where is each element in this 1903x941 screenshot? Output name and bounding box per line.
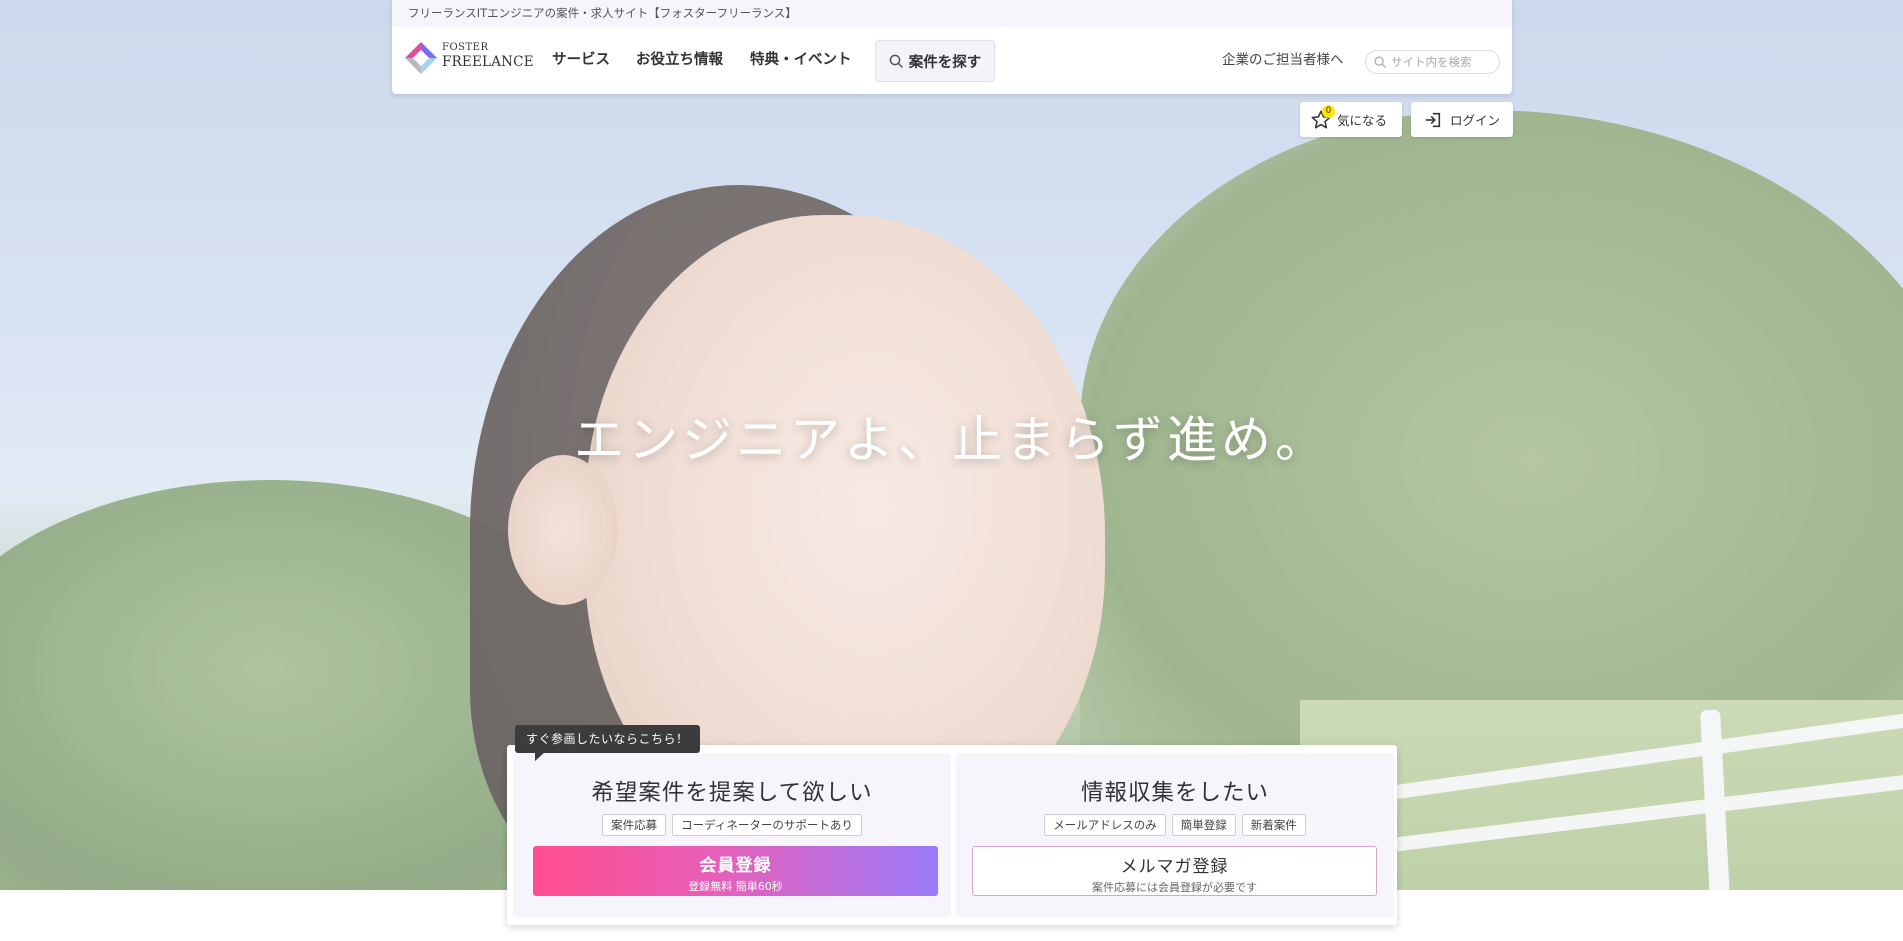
favorites-count-badge: 0: [1322, 104, 1335, 118]
foster-diamond-logo-icon: [405, 42, 437, 74]
site-description: フリーランスITエンジニアの案件・求人サイト【フォスターフリーランス】: [392, 0, 1512, 27]
search-icon: [889, 54, 903, 68]
site-search-input[interactable]: [1391, 55, 1491, 69]
newsletter-registration-label: メルマガ登録: [1120, 857, 1229, 877]
chip: 簡単登録: [1171, 814, 1236, 836]
newsletter-registration-card: 情報収集をしたい メールアドレスのみ 簡単登録 新着案件 メルマガ登録 案件応募…: [956, 753, 1394, 917]
member-card-title: 希望案件を提案して欲しい: [591, 780, 873, 806]
logo-line1: FOSTER: [442, 42, 489, 53]
logo-wordmark: FOSTER FREELANCE: [442, 43, 534, 70]
registration-panel: 希望案件を提案して欲しい 案件応募 コーディネーターのサポートあり 会員登録 登…: [507, 745, 1397, 925]
search-icon: [1374, 56, 1386, 68]
chip: 案件応募: [602, 814, 667, 836]
login-button[interactable]: ログイン: [1411, 102, 1513, 137]
chip: メールアドレスのみ: [1044, 814, 1166, 836]
newsletter-card-title: 情報収集をしたい: [1080, 780, 1269, 806]
nav-useful-info[interactable]: お役立ち情報: [636, 27, 723, 94]
site-search-box[interactable]: [1365, 50, 1500, 74]
member-registration-button[interactable]: 会員登録 登録無料 簡単60秒: [533, 846, 938, 896]
favorites-button[interactable]: 0 気になる: [1300, 102, 1402, 137]
corporate-link[interactable]: 企業のご担当者様へ: [1222, 27, 1344, 94]
favorites-label: 気になる: [1337, 113, 1388, 128]
nav-benefits-events[interactable]: 特典・イベント: [750, 27, 852, 94]
member-card-chips: 案件応募 コーディネーターのサポートあり: [513, 814, 951, 836]
chip: コーディネーターのサポートあり: [672, 814, 862, 836]
newsletter-card-chips: メールアドレスのみ 簡単登録 新着案件: [956, 814, 1394, 836]
newsletter-registration-button[interactable]: メルマガ登録 案件応募には会員登録が必要です: [972, 846, 1377, 896]
callout-bubble: すぐ参画したいならこちら！: [515, 725, 700, 761]
main-nav: FOSTER FREELANCE サービス お役立ち情報 特典・イベント 案件を…: [392, 27, 1512, 94]
chip: 新着案件: [1241, 814, 1306, 836]
site-header: フリーランスITエンジニアの案件・求人サイト【フォスターフリーランス】 FOST…: [392, 0, 1512, 94]
favorites-icon-wrap: 0: [1310, 104, 1335, 131]
search-jobs-button[interactable]: 案件を探す: [875, 40, 995, 82]
member-registration-card: 希望案件を提案して欲しい 案件応募 コーディネーターのサポートあり 会員登録 登…: [513, 753, 951, 917]
member-registration-label: 会員登録: [699, 856, 772, 876]
hero-tagline: エンジニアよ、止まらず進め。: [574, 411, 1329, 469]
login-label: ログイン: [1450, 113, 1501, 128]
member-registration-sublabel: 登録無料 簡単60秒: [688, 880, 783, 893]
search-jobs-label: 案件を探す: [908, 54, 982, 71]
site-logo[interactable]: FOSTER FREELANCE: [404, 39, 534, 75]
logo-line2: FREELANCE: [442, 54, 534, 70]
nav-services[interactable]: サービス: [552, 27, 610, 94]
login-icon: [1425, 112, 1441, 127]
newsletter-registration-sublabel: 案件応募には会員登録が必要です: [1092, 881, 1257, 894]
